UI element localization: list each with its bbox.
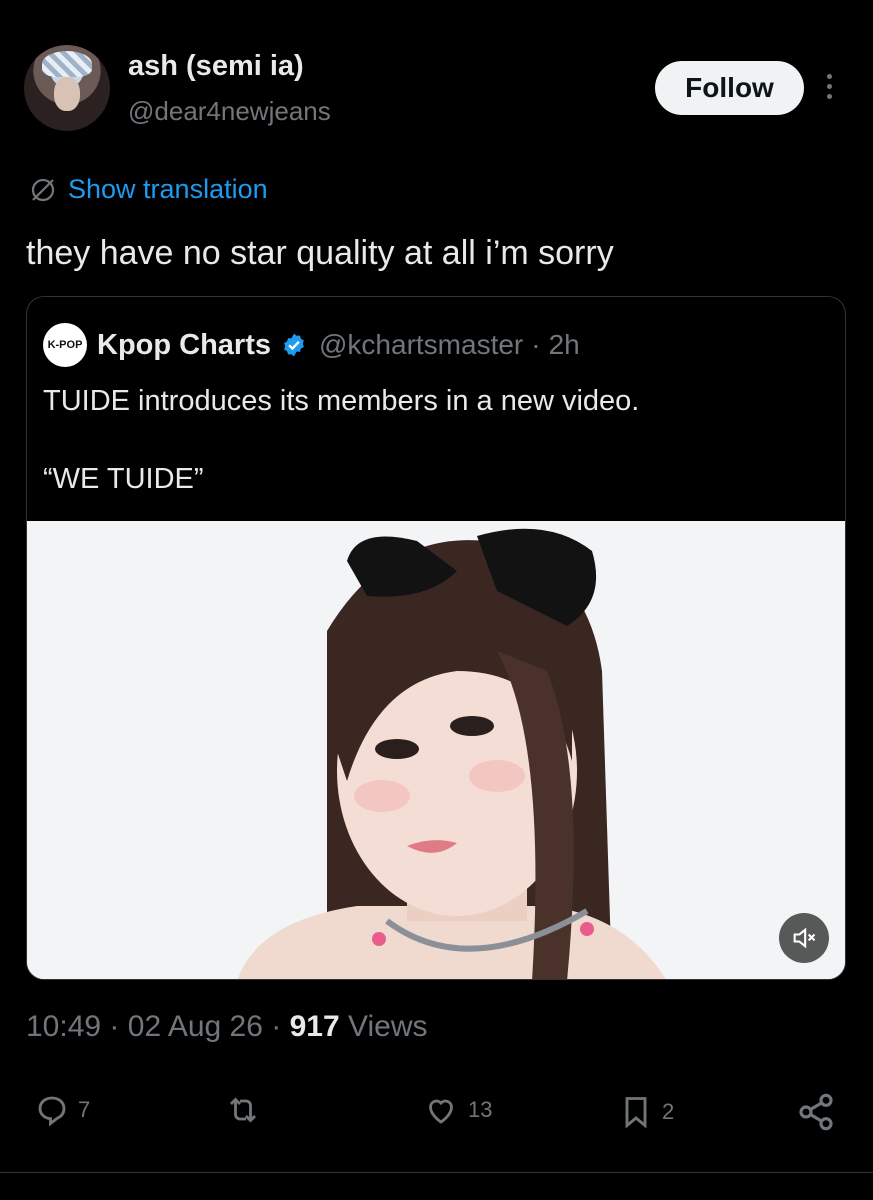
tweet-meta: 10:49 · 02 Aug 26 · 917 Views [26,1010,427,1044]
reply-button[interactable]: 7 [34,1092,90,1128]
tweet-time[interactable]: 10:49 [26,1010,101,1043]
reply-icon [38,1096,66,1127]
show-translation-label: Show translation [68,174,268,204]
quoted-tweet-text-line2: “WE TUIDE” [43,463,204,495]
heart-icon [429,1099,453,1124]
quoted-tweet-header: K-POP Kpop Charts @kchartsmaster · 2h [43,323,580,367]
share-button[interactable] [796,1092,836,1132]
dot-separator: · [531,329,541,360]
repost-button[interactable] [224,1092,270,1128]
follow-button[interactable]: Follow [655,61,804,115]
author-name[interactable]: ash (semi ia) [128,50,304,83]
share-icon [799,1093,833,1131]
like-button[interactable]: 13 [422,1092,492,1128]
bookmark-button[interactable]: 2 [618,1092,674,1132]
more-options-icon[interactable] [822,74,836,104]
quoted-tweet[interactable]: K-POP Kpop Charts @kchartsmaster · 2h TU… [26,296,846,980]
show-translation-link[interactable]: Show translation [28,174,268,205]
verified-badge-icon [284,333,304,357]
quoted-author-name[interactable]: Kpop Charts [97,329,271,362]
bookmark-count: 2 [662,1099,675,1124]
author-avatar[interactable] [24,45,110,131]
meta-separator: · [109,1010,120,1043]
quoted-tweet-time[interactable]: 2h [549,329,580,361]
tweet-text: they have no star quality at all i’m sor… [26,234,614,272]
divider [0,1172,873,1173]
speaker-muted-icon [793,927,816,949]
reply-count: 7 [78,1097,91,1122]
translate-icon [31,178,55,201]
quoted-author-handle[interactable]: @kchartsmaster [319,329,523,361]
tweet-date[interactable]: 02 Aug 26 [128,1010,263,1043]
mute-toggle-button[interactable] [779,913,829,963]
kpop-logo-text: K-POP [47,339,83,351]
bookmark-icon [625,1097,647,1129]
meta-separator: · [271,1010,282,1043]
quoted-tweet-text: TUIDE introduces its members in a new vi… [43,385,640,417]
views-count: 917 [289,1010,340,1043]
video-frame-illustration [27,521,845,979]
repost-icon [229,1097,257,1123]
views-label: Views [348,1010,428,1043]
quoted-video[interactable] [27,521,845,979]
quoted-author-avatar[interactable]: K-POP [43,323,87,367]
like-count: 13 [468,1097,493,1122]
author-handle[interactable]: @dear4newjeans [128,96,331,127]
